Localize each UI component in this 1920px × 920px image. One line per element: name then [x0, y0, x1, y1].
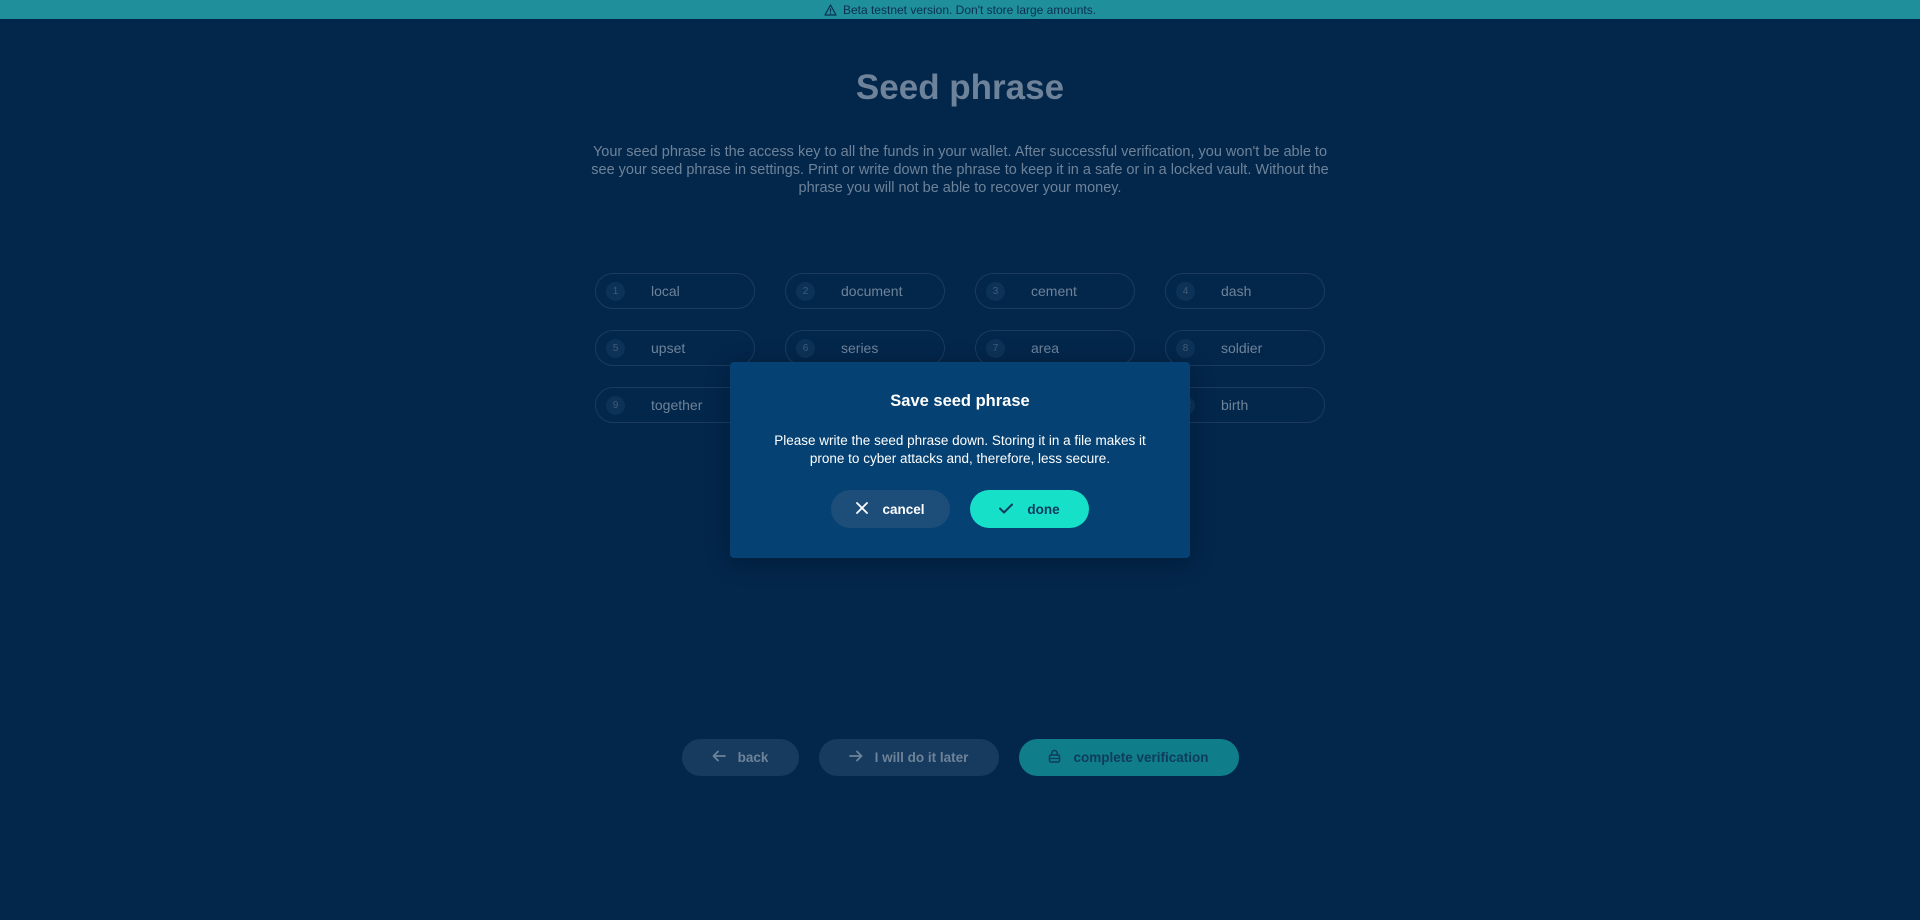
seed-phrase-page: Beta testnet version. Don't store large … — [0, 0, 1920, 920]
done-button[interactable]: done — [970, 490, 1089, 528]
word-number: 1 — [606, 281, 625, 301]
word-number: 6 — [796, 338, 815, 358]
close-icon — [856, 501, 869, 517]
later-button[interactable]: I will do it later — [818, 739, 999, 776]
seed-word: 3 cement — [975, 273, 1135, 309]
seed-word: 7 area — [975, 330, 1135, 366]
complete-label: complete verification — [1073, 750, 1209, 765]
word-number: 8 — [1176, 338, 1195, 358]
back-button[interactable]: back — [681, 739, 799, 776]
cancel-label: cancel — [882, 501, 925, 517]
seed-word: 4 dash — [1165, 273, 1325, 309]
page-description: Your seed phrase is the access key to al… — [591, 144, 1329, 196]
word-number: 3 — [986, 281, 1005, 301]
word-number: 5 — [606, 338, 625, 358]
page-title: Seed phrase — [855, 68, 1065, 107]
word-number: 2 — [796, 281, 815, 301]
word-text: cement — [1031, 283, 1077, 299]
lock-icon — [1048, 749, 1061, 766]
arrow-right-icon — [848, 750, 863, 765]
dialog-message: Please write the seed phrase down. Stori… — [774, 433, 1146, 466]
word-text: series — [841, 340, 879, 356]
arrow-left-icon — [712, 750, 726, 765]
seed-word: 6 series — [785, 330, 945, 366]
cancel-button[interactable]: cancel — [831, 490, 950, 528]
later-label: I will do it later — [874, 750, 969, 765]
dialog-title: Save seed phrase — [890, 392, 1030, 410]
seed-word: 2 document — [785, 273, 945, 309]
word-text: soldier — [1221, 340, 1263, 356]
word-text: area — [1031, 340, 1060, 356]
seed-word: 8 soldier — [1165, 330, 1325, 366]
word-text: birth — [1221, 397, 1249, 413]
seed-word: 5 upset — [595, 330, 755, 366]
word-text: local — [651, 283, 680, 299]
seed-word: 1 local — [595, 273, 755, 309]
save-seed-phrase-dialog: Save seed phrase Please write the seed p… — [730, 362, 1190, 558]
back-label: back — [737, 750, 769, 765]
dialog-actions: cancel done — [730, 490, 1190, 528]
word-number: 4 — [1176, 281, 1195, 301]
done-label: done — [1027, 501, 1060, 517]
word-number: 7 — [986, 338, 1005, 358]
word-text: upset — [651, 340, 686, 356]
complete-verification-button[interactable]: complete verification — [1018, 739, 1239, 776]
word-text: together — [651, 397, 703, 413]
word-text: dash — [1221, 283, 1252, 299]
checkmark-icon — [999, 502, 1014, 517]
footer-actions: back I will do it later complete verific… — [0, 739, 1920, 776]
word-text: document — [841, 283, 903, 299]
word-number: 9 — [606, 395, 625, 415]
